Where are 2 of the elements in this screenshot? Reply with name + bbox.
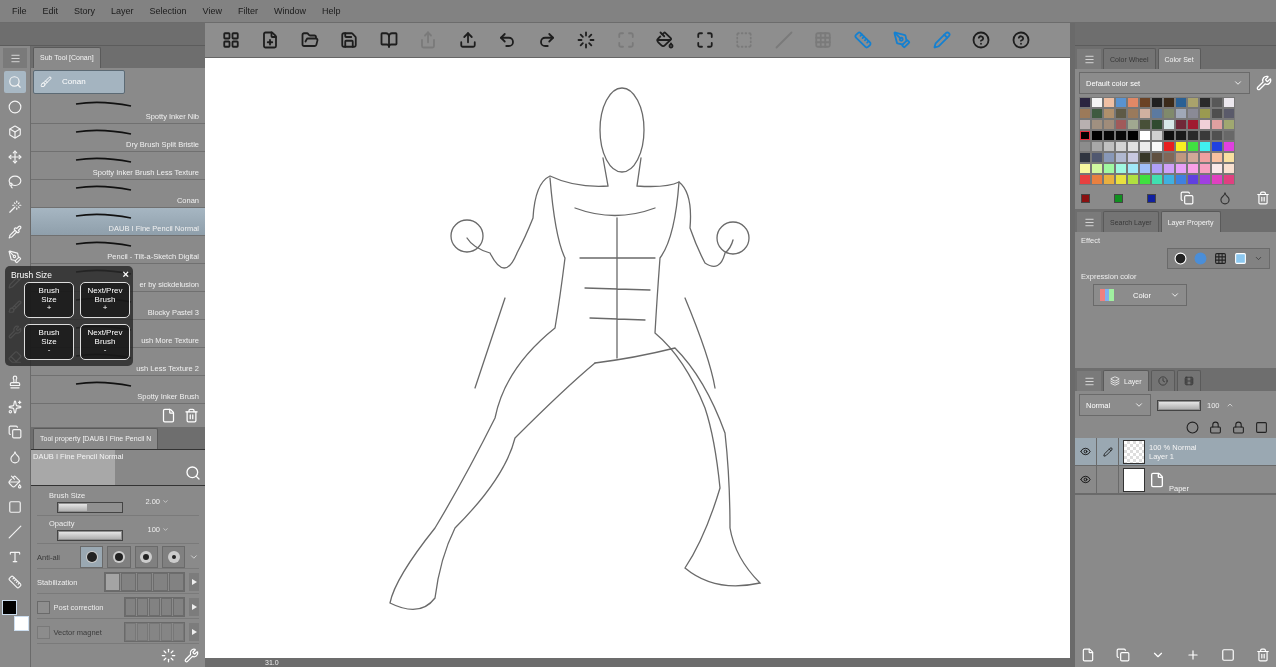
group-name: Conan [62,77,86,87]
popup-title: Brush Size [11,269,53,280]
